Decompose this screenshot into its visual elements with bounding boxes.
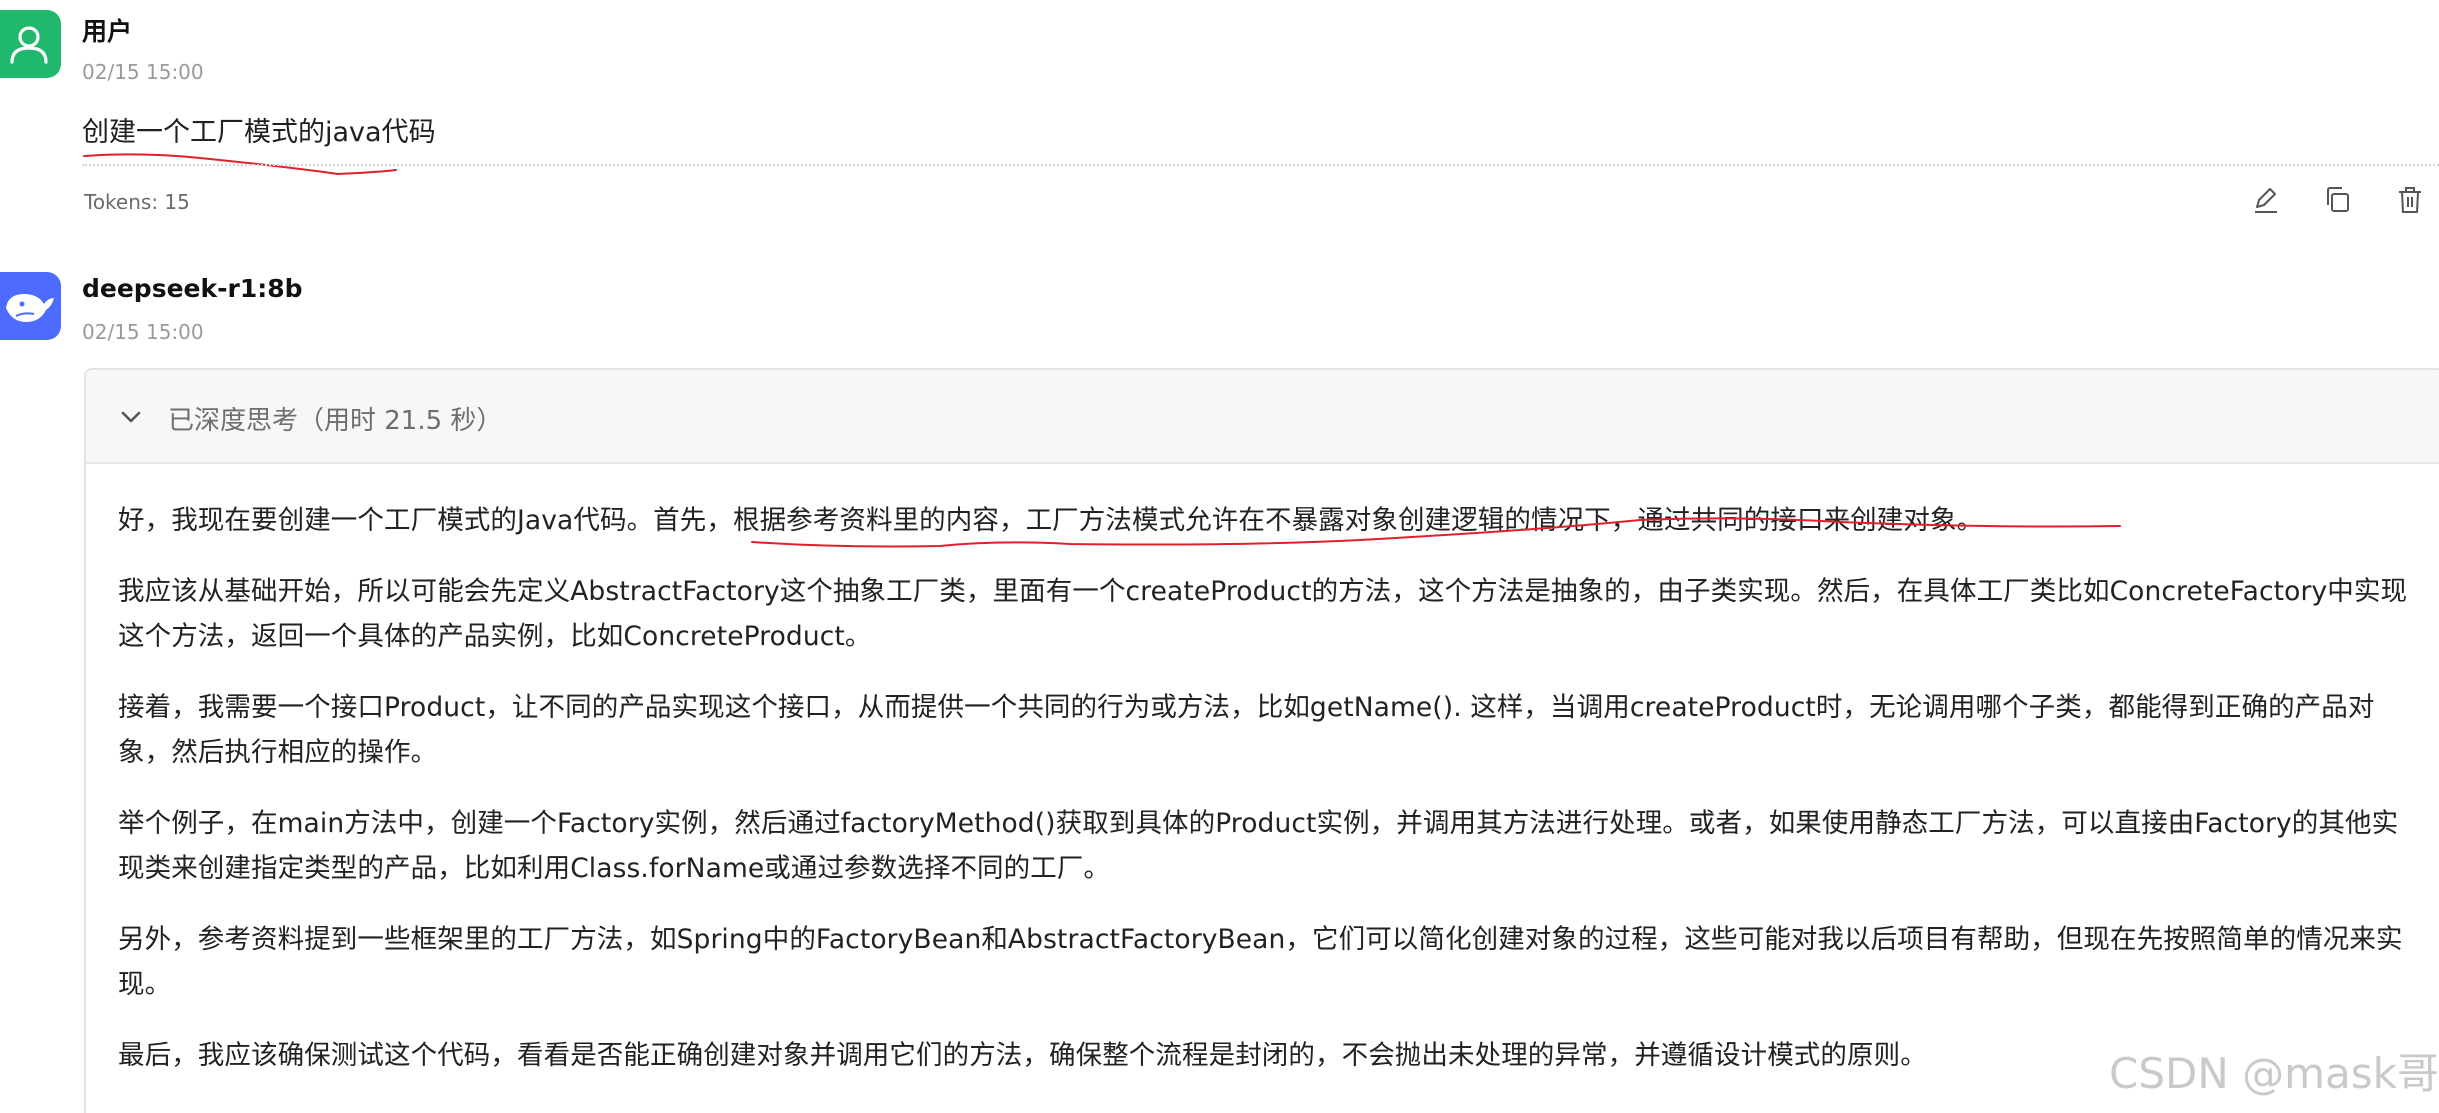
user-message-text: 创建一个工厂模式的java代码 [82, 117, 436, 148]
chat-view: 用户 02/15 15:00 创建一个工厂模式的java代码 Tokens: 1… [0, 0, 2439, 1113]
chevron-down-icon [121, 411, 141, 423]
thinking-paragraph: 接着，我需要一个接口Product，让不同的产品实现这个接口，从而提供一个共同的… [118, 692, 2375, 768]
thinking-paragraph: 最后，我应该确保测试这个代码，看看是否能正确创建对象并调用它们的方法，确保整个流… [118, 1040, 1927, 1071]
edit-icon[interactable] [2250, 184, 2282, 216]
bot-message-time: 02/15 15:00 [82, 320, 204, 344]
watermark: CSDN @mask哥 [2109, 1049, 2439, 1098]
message-divider [82, 164, 2439, 166]
user-icon [10, 26, 48, 64]
red-underline-annotation [751, 517, 2121, 548]
thinking-title: 已深度思考（用时 21.5 秒） [168, 406, 503, 436]
user-message-time: 02/15 15:00 [82, 60, 204, 84]
thinking-paragraph: 另外，参考资料提到一些框架里的工厂方法，如Spring中的FactoryBean… [118, 924, 2403, 1000]
bot-sender-name: deepseek-r1:8b [82, 274, 303, 303]
copy-icon[interactable] [2322, 184, 2354, 216]
token-count: Tokens: 15 [84, 190, 190, 214]
delete-icon[interactable] [2394, 184, 2426, 216]
thinking-panel: 已深度思考（用时 21.5 秒） 好，我现在要创建一个工厂模式的Java代码。首… [84, 368, 2439, 1113]
thinking-paragraph: 我应该从基础开始，所以可能会先定义AbstractFactory这个抽象工厂类，… [118, 576, 2408, 652]
user-sender-name: 用户 [82, 17, 133, 46]
thinking-toggle[interactable]: 已深度思考（用时 21.5 秒） [86, 370, 2439, 464]
bot-avatar [0, 272, 61, 340]
deepseek-whale-icon [6, 294, 54, 322]
thinking-content: 好，我现在要创建一个工厂模式的Java代码。首先，根据参考资料里的内容，工厂方法… [118, 498, 2408, 1104]
thinking-paragraph: 举个例子，在main方法中，创建一个Factory实例，然后通过factoryM… [118, 808, 2399, 884]
user-avatar [0, 10, 61, 78]
